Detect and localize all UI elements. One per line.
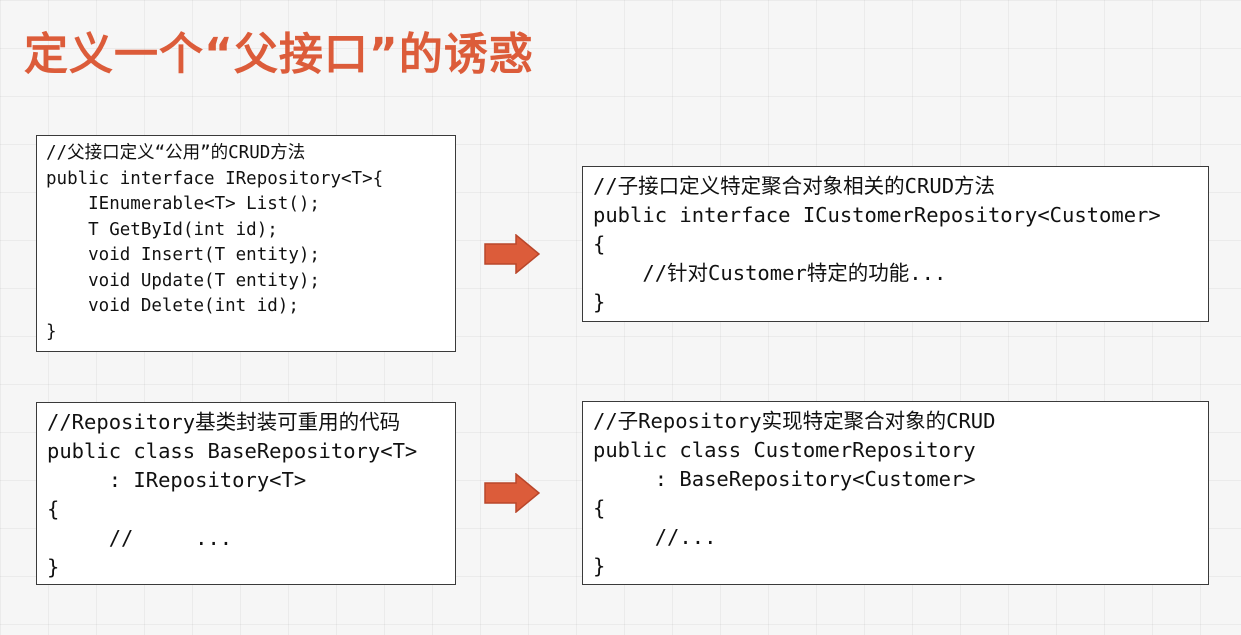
right-arrow-icon — [484, 473, 540, 513]
right-arrow-icon — [484, 234, 540, 274]
code-line: } — [593, 554, 606, 578]
child-class-code-box: //子Repository实现特定聚合对象的CRUD public class … — [582, 401, 1209, 585]
code-line: //父接口定义“公用”的CRUD方法 — [46, 143, 306, 163]
code-line: void Insert(T entity); — [46, 245, 320, 265]
code-line: //Repository基类封装可重用的代码 — [47, 410, 401, 434]
code-line: // ... — [47, 526, 233, 550]
parent-interface-code-box: //父接口定义“公用”的CRUD方法 public interface IRep… — [36, 135, 456, 352]
code-line: public class CustomerRepository — [593, 438, 976, 462]
code-line: //子接口定义特定聚合对象相关的CRUD方法 — [593, 174, 996, 198]
code-line: //子Repository实现特定聚合对象的CRUD — [593, 409, 996, 433]
code-line: public interface ICustomerRepository<Cus… — [593, 203, 1161, 227]
code-line: } — [46, 321, 57, 342]
code-line: : BaseRepository<Customer> — [593, 467, 976, 491]
code-line: { — [593, 232, 606, 256]
code-line: } — [47, 555, 60, 579]
code-line: : IRepository<T> — [47, 468, 307, 492]
code-line: void Update(T entity); — [46, 270, 320, 291]
code-line: //针对Customer特定的功能... — [593, 261, 947, 285]
code-line: public interface IRepository<T>{ — [46, 168, 384, 189]
child-interface-code-box: //子接口定义特定聚合对象相关的CRUD方法 public interface … — [582, 166, 1209, 322]
code-line: void Delete(int id); — [46, 296, 299, 316]
code-line: { — [593, 496, 606, 520]
code-line: IEnumerable<T> List(); — [46, 194, 320, 214]
code-line: //... — [593, 525, 717, 549]
code-line: T GetById(int id); — [46, 219, 278, 240]
slide-title: 定义一个“父接口”的诱惑 — [24, 29, 534, 80]
code-line: { — [47, 497, 60, 521]
code-line: public class BaseRepository<T> — [47, 439, 418, 463]
base-class-code-box: //Repository基类封装可重用的代码 public class Base… — [36, 402, 456, 585]
code-line: } — [593, 290, 606, 314]
